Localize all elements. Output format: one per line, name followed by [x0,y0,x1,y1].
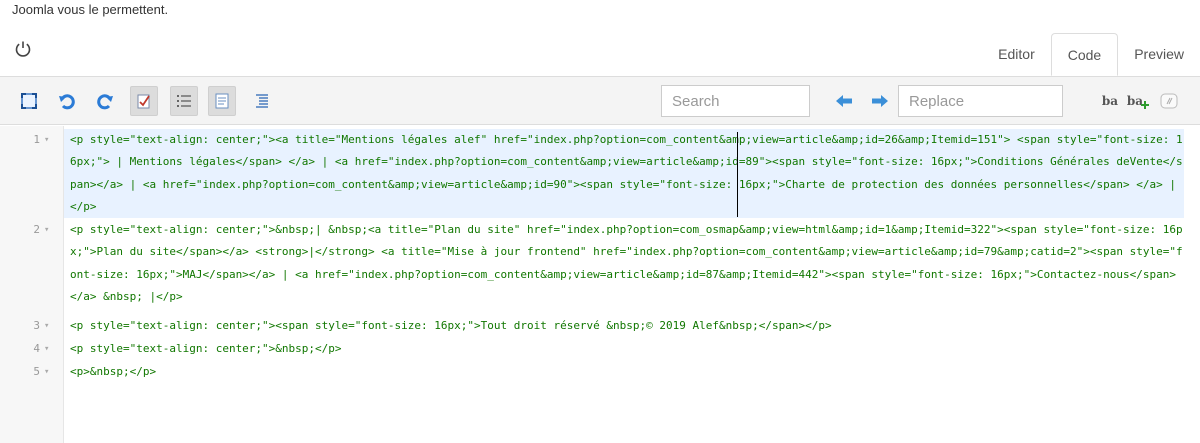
fold-arrow-icon[interactable]: ▾ [44,338,56,360]
find-next-button[interactable] [866,86,894,116]
tab-editor[interactable]: Editor [982,33,1051,76]
line-number: 1 [33,133,40,146]
line-gutter [0,126,64,443]
line-numbers-icon [177,95,191,107]
redo-button[interactable] [91,86,119,116]
fold-arrow-icon[interactable]: ▾ [44,315,56,337]
fullscreen-button[interactable] [15,86,43,116]
code-text: <p style="text-align: center;">&nbsp;</p… [70,342,342,355]
intro-text: Joomla vous le permettent. [12,2,169,17]
fold-arrow-icon[interactable]: ▾ [44,129,56,151]
find-previous-button[interactable] [830,86,858,116]
line-number: 3 [33,319,40,332]
code-text: <p style="text-align: center;"><span sty… [70,319,832,332]
replace-input[interactable] [898,85,1063,117]
line-number: 4 [33,342,40,355]
line-number: 2 [33,223,40,236]
line-number: 5 [33,365,40,378]
search-input[interactable] [661,85,810,117]
clear-search-button[interactable] [1156,86,1182,116]
spellcheck-button[interactable] [130,86,158,116]
line-numbers-button[interactable] [170,86,198,116]
fullscreen-icon [21,93,37,109]
arrow-left-icon [836,95,852,107]
wrap-lines-button[interactable] [208,86,236,116]
clear-icon [1160,93,1178,109]
wrap-lines-icon [215,93,229,109]
code-editor[interactable]: 1 ▾ <p style="text-align: center;"><a ti… [0,126,1200,443]
fold-arrow-icon[interactable]: ▾ [44,219,56,241]
format-code-icon [256,94,268,108]
text-cursor [737,132,738,217]
redo-icon [97,94,113,110]
code-toolbar: ba ba [0,77,1200,125]
spellcheck-icon [137,94,150,109]
code-text: <p>&nbsp;</p> [70,365,157,378]
plus-icon [1141,101,1150,109]
replace-button[interactable]: ba [1098,86,1122,116]
code-text: <p style="text-align: center;">&nbsp;| &… [70,223,1183,303]
tab-preview[interactable]: Preview [1118,33,1200,76]
replace-icon: ba [1101,94,1119,108]
arrow-right-icon [872,95,888,107]
undo-icon [59,94,75,110]
format-code-button[interactable] [248,86,276,116]
tab-code[interactable]: Code [1050,33,1119,76]
editor-tabs: Editor Code Preview [982,33,1200,77]
tabs-divider [0,76,1200,77]
code-text: <p style="text-align: center;"><a title=… [64,129,1184,219]
fold-arrow-icon[interactable]: ▾ [44,361,56,383]
replace-all-button[interactable]: ba [1126,86,1150,116]
undo-button[interactable] [53,86,81,116]
power-icon[interactable] [14,40,32,58]
